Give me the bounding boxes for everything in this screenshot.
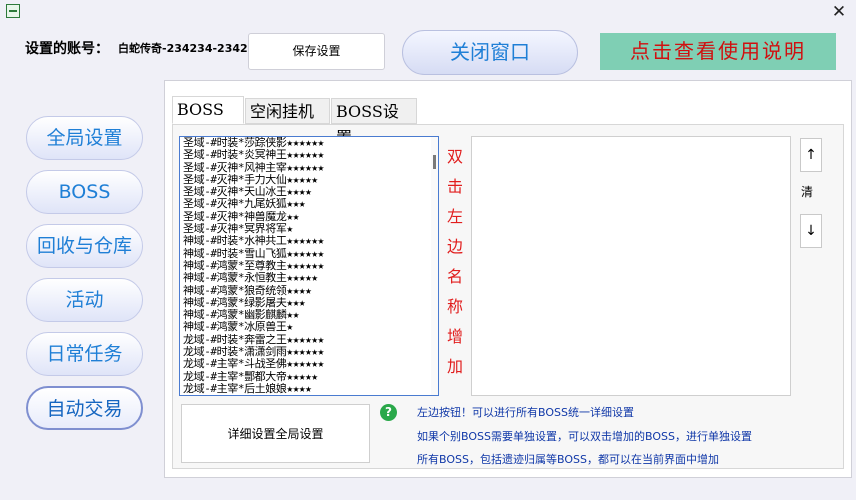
hint-char: 称 <box>446 297 463 316</box>
boss-list-item[interactable]: 圣域-#灭神*冥界将军★ <box>183 223 427 235</box>
view-instructions-button[interactable]: 点击查看使用说明 <box>600 33 836 70</box>
info-line-1: 左边按钮！可以进行所有BOSS统一详细设置 <box>417 406 634 419</box>
sidebar-item-boss[interactable]: BOSS <box>26 170 143 214</box>
boss-list-scrollbar[interactable] <box>431 137 438 395</box>
boss-list-items: 圣域-#时装*莎踪侠影★★★★★★ 圣域-#时装*炎冥神王★★★★★★ 圣域-#灭神… <box>183 137 427 395</box>
hint-char: 加 <box>446 357 463 376</box>
move-up-button[interactable]: ↑ <box>800 138 822 172</box>
hint-char: 名 <box>446 267 463 286</box>
account-value: 白蛇传奇-234234-23423 <box>118 42 248 55</box>
hint-char: 增 <box>446 327 463 346</box>
boss-list-item[interactable]: 圣域-#灭神*天山冰王★★★★ <box>183 186 427 198</box>
move-down-button[interactable]: ↓ <box>800 214 822 248</box>
tab-boss-settings[interactable]: BOSS设置 <box>331 98 417 147</box>
sidebar-item-global-settings[interactable]: 全局设置 <box>26 116 143 160</box>
app-icon <box>6 4 20 18</box>
sidebar-item-activity[interactable]: 活动 <box>26 278 143 322</box>
double-click-hint: 双击左边名称增加 <box>446 142 464 382</box>
hint-char: 边 <box>446 237 463 256</box>
selected-boss-list[interactable] <box>471 136 791 396</box>
hint-char: 左 <box>446 207 463 226</box>
boss-list-item[interactable]: 龙域-#主宰*斗战圣佛★★★★★★ <box>183 358 427 370</box>
hint-char: 击 <box>446 177 463 196</box>
info-line-2: 如果个别BOSS需要单独设置，可以双击增加的BOSS，进行单独设置 <box>417 430 752 443</box>
boss-list-item[interactable]: 圣域-#时装*莎踪侠影★★★★★★ <box>183 137 427 149</box>
title-bar: ✕ <box>0 0 856 24</box>
boss-list-item[interactable]: 神域-#时装*水神共工★★★★★★ <box>183 235 427 247</box>
hint-char: 双 <box>446 147 463 166</box>
sidebar-item-daily-tasks[interactable]: 日常任务 <box>26 332 143 376</box>
boss-list-item[interactable]: 神域-#鸿蒙*冰原兽王★ <box>183 321 427 333</box>
boss-list-item[interactable]: 龙域-#主宰*酆都大帝★★★★★ <box>183 371 427 383</box>
scrollbar-thumb[interactable] <box>433 155 436 169</box>
clear-button[interactable]: 清 <box>801 183 813 200</box>
tab-idle-hangup[interactable]: 空闲挂机 <box>245 98 330 124</box>
account-label: 设置的账号： <box>25 41 109 57</box>
sidebar-item-recycle-warehouse[interactable]: 回收与仓库 <box>26 224 143 268</box>
detail-global-settings-button[interactable]: 详细设置全局设置 <box>181 404 370 463</box>
boss-list-item[interactable]: 龙域-#时装*潇潇剑雨★★★★★★ <box>183 346 427 358</box>
sidebar-item-auto-trade[interactable]: 自动交易 <box>26 386 143 430</box>
boss-list-item[interactable]: 圣域-#时装*炎冥神王★★★★★★ <box>183 149 427 161</box>
boss-list-item[interactable]: 龙域-#主宰*后土娘娘★★★★ <box>183 383 427 395</box>
boss-list-item[interactable]: 神域-#鸿蒙*至尊教主★★★★★★ <box>183 260 427 272</box>
tab-boss[interactable]: BOSS <box>172 96 244 124</box>
boss-list-item[interactable]: 神域-#鸿蒙*永恒教主★★★★★ <box>183 272 427 284</box>
boss-list-item[interactable]: 圣域-#灭神*风神主宰★★★★★★ <box>183 162 427 174</box>
close-window-button[interactable]: 关闭窗口 <box>402 30 578 75</box>
info-line-3: 所有BOSS，包括遗迹归属等BOSS，都可以在当前界面中增加 <box>417 453 719 466</box>
boss-list-item[interactable]: 神域-#鸿蒙*狼奇统领★★★★ <box>183 285 427 297</box>
save-settings-button[interactable]: 保存设置 <box>248 33 385 70</box>
boss-list-item[interactable]: 神域-#鸿蒙*绿影屠夫★★★ <box>183 297 427 309</box>
boss-list[interactable]: 圣域-#时装*莎踪侠影★★★★★★ 圣域-#时装*炎冥神王★★★★★★ 圣域-#灭神… <box>179 136 439 396</box>
boss-list-item[interactable]: 神域-#鸿蒙*幽影麒麟★★ <box>183 309 427 321</box>
help-icon: ? <box>380 404 397 421</box>
boss-list-item[interactable]: 圣域-#灭神*神兽魔龙★★ <box>183 211 427 223</box>
boss-list-item[interactable]: 龙域-#时装*奔雷之王★★★★★★ <box>183 334 427 346</box>
boss-list-item[interactable]: 神域-#时装*雪山飞狐★★★★★★ <box>183 248 427 260</box>
close-icon[interactable]: ✕ <box>828 2 850 22</box>
boss-list-item[interactable]: 圣域-#灭神*手力大仙★★★★★ <box>183 174 427 186</box>
boss-list-item[interactable]: 圣域-#灭神*九尾妖狐★★★ <box>183 198 427 210</box>
